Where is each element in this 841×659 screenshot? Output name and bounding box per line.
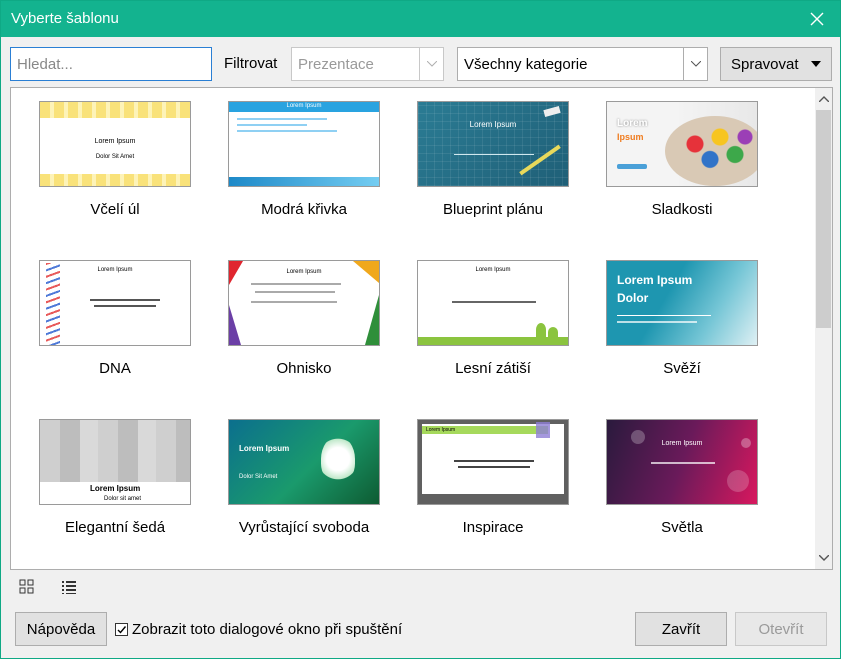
template-thumbnail: Lorem Ipsum Dolor Sit Amet	[39, 101, 191, 187]
dropdown-arrow-icon	[811, 61, 821, 67]
checkmark-icon	[117, 626, 127, 634]
filter-select[interactable]: Prezentace	[291, 47, 444, 81]
template-item[interactable]: Lorem Ipsum Dolor Sit Amet Včelí úl	[39, 101, 191, 218]
template-name: Svěží	[663, 360, 701, 377]
filter-label: Filtrovat	[224, 55, 278, 72]
close-window-button[interactable]	[794, 1, 840, 37]
close-button[interactable]: Zavřít	[635, 612, 727, 646]
show-on-startup-checkbox[interactable]: Zobrazit toto dialogové okno při spuštěn…	[115, 621, 402, 638]
close-button-label: Zavřít	[661, 620, 701, 638]
chevron-down-icon	[818, 555, 829, 561]
template-grid: Lorem Ipsum Dolor Sit Amet Včelí úl Lore…	[10, 87, 833, 570]
thumb-subtitle: Dolor Sit Amet	[95, 154, 135, 160]
thumb-title: Lorem Ipsum	[97, 267, 133, 273]
template-item[interactable]: Lorem Ipsum DNA	[39, 260, 191, 377]
scroll-up-button[interactable]	[815, 90, 832, 108]
close-icon	[810, 12, 824, 26]
thumb-title: Lorem Ipsum	[661, 440, 703, 447]
thumb-subtitle: Dolor Sit Amet	[239, 474, 278, 480]
manage-button[interactable]: Spravovat	[720, 47, 832, 81]
thumb-subtitle: Ipsum	[617, 132, 644, 142]
template-thumbnail: Lorem Ipsum	[39, 260, 191, 346]
template-thumbnail: Lorem Ipsum Dolor Sit Amet	[228, 419, 380, 505]
chevron-up-icon	[818, 96, 829, 102]
template-item[interactable]: Lorem Ipsum Inspirace	[417, 419, 569, 536]
thumb-title: Lorem Ipsum	[426, 427, 456, 433]
vertical-scrollbar[interactable]	[815, 88, 832, 569]
chevron-down-icon	[419, 48, 443, 80]
scroll-down-button[interactable]	[815, 549, 832, 567]
help-button-label: Nápověda	[26, 620, 96, 638]
category-select-value: Všechny kategorie	[464, 56, 588, 73]
dialog-title: Vyberte šablonu	[11, 10, 119, 27]
template-name: Světla	[661, 519, 703, 536]
title-bar: Vyberte šablonu	[1, 1, 840, 37]
template-dialog: Vyberte šablonu Filtrovat Prezentace Vše…	[0, 0, 841, 659]
template-name: Vyrůstající svoboda	[238, 519, 370, 536]
open-button[interactable]: Otevřít	[735, 612, 827, 646]
template-name: Inspirace	[462, 519, 524, 536]
template-item[interactable]: Lorem Ipsum Sladkosti	[606, 101, 758, 218]
thumb-title: Lorem Ipsum	[475, 267, 511, 273]
thumb-subtitle: Dolor sit amet	[104, 496, 142, 502]
template-item[interactable]: Lorem Ipsum Dolor sit amet Elegantní šed…	[39, 419, 191, 536]
template-thumbnail: Lorem Ipsum	[606, 101, 758, 187]
show-on-startup-label: Zobrazit toto dialogové okno při spuštěn…	[132, 621, 403, 638]
scrollbar-thumb[interactable]	[816, 110, 831, 328]
thumb-title: Lorem Ipsum	[90, 484, 141, 493]
chevron-down-icon	[683, 48, 707, 80]
template-item[interactable]: Lorem Ipsum Ohnisko	[228, 260, 380, 377]
help-button[interactable]: Nápověda	[15, 612, 107, 646]
template-thumbnail: Lorem Ipsum Dolor sit amet	[39, 419, 191, 505]
template-name: Elegantní šedá	[64, 519, 166, 536]
category-select[interactable]: Všechny kategorie	[457, 47, 708, 81]
thumb-title: Lorem Ipsum	[94, 138, 136, 145]
template-thumbnail: Lorem Ipsum	[417, 260, 569, 346]
thumbnail-view-icon[interactable]	[19, 579, 37, 597]
manage-button-label: Spravovat	[731, 55, 799, 73]
template-name: Blueprint plánu	[442, 201, 544, 218]
template-item[interactable]: Lorem Ipsum Světla	[606, 419, 758, 536]
template-thumbnail: Lorem Ipsum	[417, 419, 569, 505]
template-name: Ohnisko	[276, 360, 332, 377]
template-thumbnail: Lorem Ipsum	[417, 101, 569, 187]
template-item[interactable]: Lorem Ipsum Blueprint plánu	[417, 101, 569, 218]
list-view-icon[interactable]	[61, 579, 79, 597]
template-name: DNA	[99, 360, 131, 377]
template-item[interactable]: Lorem Ipsum Dolor Sit Amet Vyrůstající s…	[228, 419, 380, 536]
template-thumbnail: Lorem Ipsum	[606, 419, 758, 505]
thumb-title: Lorem Ipsum	[286, 103, 322, 109]
template-name: Lesní zátiší	[455, 360, 531, 377]
checkbox-box[interactable]	[115, 623, 128, 636]
filter-select-value: Prezentace	[298, 56, 374, 73]
thumb-title: Lorem	[617, 118, 648, 129]
template-thumbnail: Lorem Ipsum Dolor	[606, 260, 758, 346]
template-item[interactable]: Lorem Ipsum Lesní zátiší	[417, 260, 569, 377]
template-thumbnail: Lorem Ipsum	[228, 260, 380, 346]
template-name: Modrá křivka	[261, 201, 347, 218]
template-item[interactable]: Lorem Ipsum Modrá křivka	[228, 101, 380, 218]
template-name: Sladkosti	[651, 201, 713, 218]
template-name: Včelí úl	[90, 201, 140, 218]
template-thumbnail: Lorem Ipsum	[228, 101, 380, 187]
search-input[interactable]	[10, 47, 212, 81]
thumb-title: Lorem Ipsum	[286, 269, 322, 275]
open-button-label: Otevřít	[758, 620, 804, 638]
thumb-title: Lorem Ipsum	[239, 444, 290, 453]
toolbar: Filtrovat Prezentace Všechny kategorie S…	[9, 47, 832, 81]
template-item[interactable]: Lorem Ipsum Dolor Svěží	[606, 260, 758, 377]
thumb-title: Lorem Ipsum	[469, 120, 517, 129]
thumb-title: Lorem Ipsum Dolor	[617, 273, 693, 305]
